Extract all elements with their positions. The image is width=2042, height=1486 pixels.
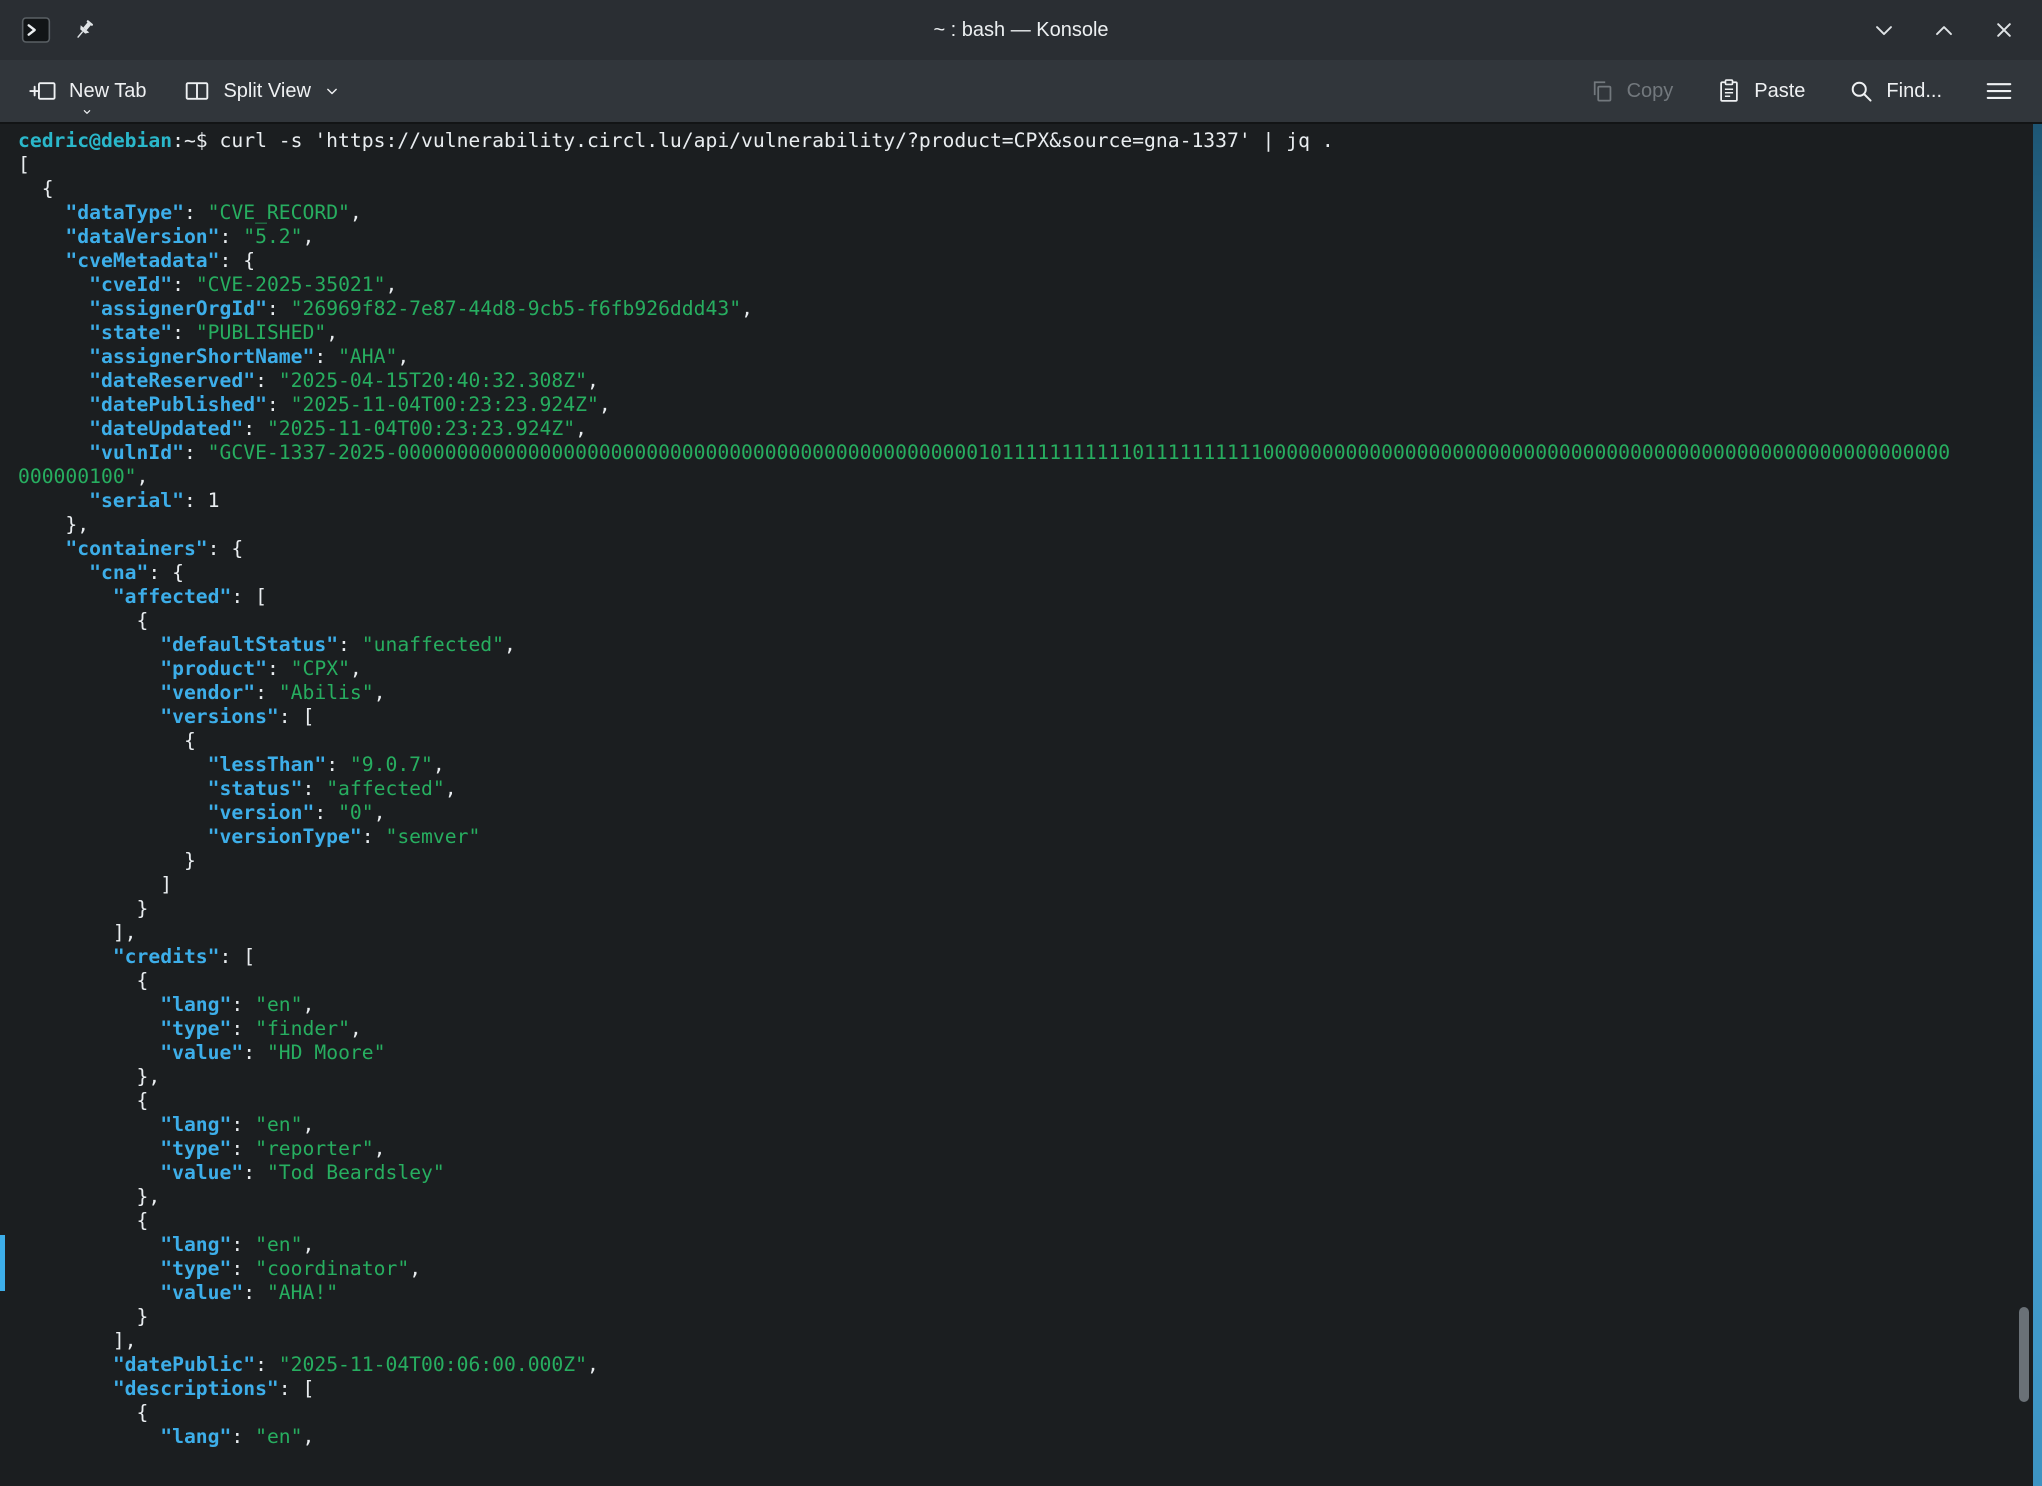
terminal-line: { — [18, 1401, 2042, 1425]
terminal-line: "product": "CPX", — [18, 657, 2042, 681]
maximize-button[interactable] — [1926, 12, 1962, 48]
toolbar-right-group: Copy Paste — [1584, 68, 2018, 114]
terminal-line: } — [18, 849, 2042, 873]
terminal-line: "assignerShortName": "AHA", — [18, 345, 2042, 369]
terminal-line: "datePublished": "2025-11-04T00:23:23.92… — [18, 393, 2042, 417]
terminal-line: "version": "0", — [18, 801, 2042, 825]
terminal-line: "vendor": "Abilis", — [18, 681, 2042, 705]
terminal-line: ], — [18, 921, 2042, 945]
titlebar-left — [20, 14, 100, 46]
terminal-line: "affected": [ — [18, 585, 2042, 609]
terminal-line: { — [18, 969, 2042, 993]
terminal-line: "vulnId": "GCVE-1337-2025-00000000000000… — [18, 441, 2042, 465]
menu-button[interactable] — [1980, 68, 2018, 114]
terminal-line: "lang": "en", — [18, 1233, 2042, 1257]
toolbar: New Tab Split View — [0, 60, 2042, 124]
terminal-line: "cna": { — [18, 561, 2042, 585]
search-icon — [1847, 77, 1875, 105]
new-tab-menu-caret-icon — [79, 104, 95, 120]
terminal-line: "type": "finder", — [18, 1017, 2042, 1041]
terminal-line: ] — [18, 873, 2042, 897]
terminal-line: "value": "HD Moore" — [18, 1041, 2042, 1065]
copy-label: Copy — [1627, 80, 1674, 103]
minimize-button[interactable] — [1866, 12, 1902, 48]
terminal-line: "state": "PUBLISHED", — [18, 321, 2042, 345]
terminal-line: }, — [18, 1065, 2042, 1089]
terminal-line: "versionType": "semver" — [18, 825, 2042, 849]
terminal-line: "type": "coordinator", — [18, 1257, 2042, 1281]
hamburger-icon — [1984, 76, 2014, 106]
find-label: Find... — [1886, 80, 1942, 103]
terminal-line: cedric@debian:~$ curl -s 'https://vulner… — [18, 129, 2042, 153]
terminal-line: "lang": "en", — [18, 1113, 2042, 1137]
terminal-line: }, — [18, 1185, 2042, 1209]
terminal-line: "assignerOrgId": "26969f82-7e87-44d8-9cb… — [18, 297, 2042, 321]
chevron-down-icon — [322, 81, 342, 101]
terminal-line: "lessThan": "9.0.7", — [18, 753, 2042, 777]
terminal-line: "lang": "en", — [18, 993, 2042, 1017]
window-controls — [1866, 12, 2022, 48]
terminal-line: "cveMetadata": { — [18, 249, 2042, 273]
terminal-line: { — [18, 177, 2042, 201]
window-title: ~ : bash — Konsole — [0, 19, 2042, 42]
konsole-app-icon[interactable] — [20, 14, 52, 46]
scrollbar-track[interactable] — [2019, 124, 2029, 1486]
terminal-line: { — [18, 1209, 2042, 1233]
terminal-line: "descriptions": [ — [18, 1377, 2042, 1401]
close-button[interactable] — [1986, 12, 2022, 48]
terminal-line: { — [18, 729, 2042, 753]
toolbar-left-group: New Tab Split View — [24, 68, 346, 114]
split-view-button[interactable]: Split View — [178, 68, 345, 114]
terminal-line: [ — [18, 153, 2042, 177]
terminal-line: "dateReserved": "2025-04-15T20:40:32.308… — [18, 369, 2042, 393]
terminal-line: "type": "reporter", — [18, 1137, 2042, 1161]
terminal-line: "cveId": "CVE-2025-35021", — [18, 273, 2042, 297]
terminal-line: 000000100", — [18, 465, 2042, 489]
terminal-line: }, — [18, 513, 2042, 537]
new-tab-label: New Tab — [69, 80, 146, 103]
copy-icon — [1588, 77, 1616, 105]
terminal-line: "versions": [ — [18, 705, 2042, 729]
split-view-label: Split View — [223, 80, 310, 103]
terminal-line: "value": "AHA!" — [18, 1281, 2042, 1305]
terminal-line: "dataVersion": "5.2", — [18, 225, 2042, 249]
split-view-icon — [182, 76, 212, 106]
terminal-line: "credits": [ — [18, 945, 2042, 969]
terminal-line: "dataType": "CVE_RECORD", — [18, 201, 2042, 225]
new-tab-icon — [28, 76, 58, 106]
new-tab-button[interactable]: New Tab — [24, 68, 150, 114]
terminal-line: "datePublic": "2025-11-04T00:06:00.000Z"… — [18, 1353, 2042, 1377]
terminal-line: "lang": "en", — [18, 1425, 2042, 1449]
scrollbar-thumb[interactable] — [2019, 1307, 2029, 1402]
terminal-output[interactable]: cedric@debian:~$ curl -s 'https://vulner… — [0, 124, 2042, 1486]
terminal-text[interactable]: cedric@debian:~$ curl -s 'https://vulner… — [18, 129, 2042, 1449]
terminal-line: "dateUpdated": "2025-11-04T00:23:23.924Z… — [18, 417, 2042, 441]
find-button[interactable]: Find... — [1843, 69, 1946, 113]
terminal-line: } — [18, 1305, 2042, 1329]
terminal-line: "containers": { — [18, 537, 2042, 561]
terminal-line: ], — [18, 1329, 2042, 1353]
copy-button[interactable]: Copy — [1584, 69, 1678, 113]
terminal-line: "serial": 1 — [18, 489, 2042, 513]
pin-icon[interactable] — [68, 14, 100, 46]
terminal-line: { — [18, 1089, 2042, 1113]
terminal-line: "value": "Tod Beardsley" — [18, 1161, 2042, 1185]
konsole-window: ~ : bash — Konsole — [0, 0, 2042, 1486]
titlebar[interactable]: ~ : bash — Konsole — [0, 0, 2042, 60]
chevron-up-icon — [1930, 16, 1958, 44]
paste-label: Paste — [1754, 80, 1805, 103]
terminal-line: } — [18, 897, 2042, 921]
terminal-line: "defaultStatus": "unaffected", — [18, 633, 2042, 657]
scroll-position-marker — [0, 1235, 5, 1291]
chevron-down-icon — [1870, 16, 1898, 44]
window-focus-edge — [2033, 124, 2042, 1486]
paste-button[interactable]: Paste — [1711, 69, 1809, 113]
terminal-line: "status": "affected", — [18, 777, 2042, 801]
terminal-line: { — [18, 609, 2042, 633]
close-icon — [1990, 16, 2018, 44]
paste-icon — [1715, 77, 1743, 105]
